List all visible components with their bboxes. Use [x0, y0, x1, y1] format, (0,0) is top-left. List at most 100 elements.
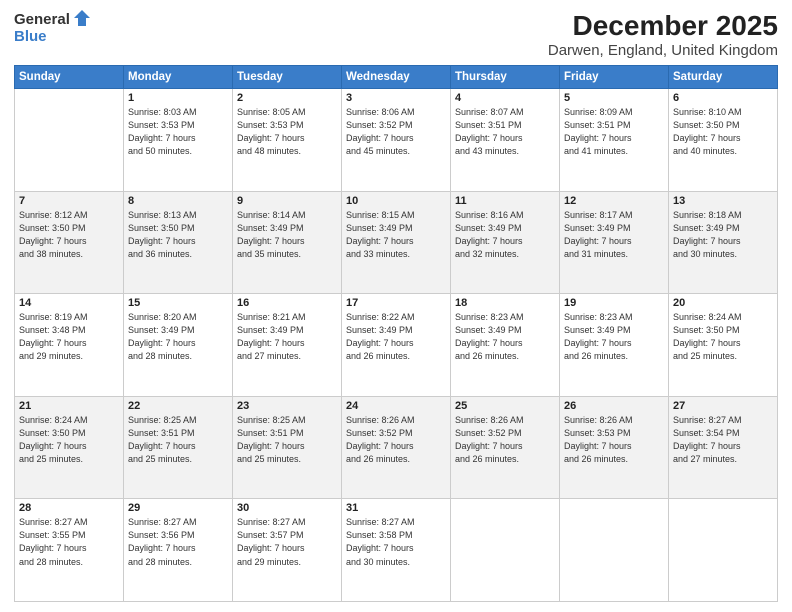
calendar-row-0: 1Sunrise: 8:03 AM Sunset: 3:53 PM Daylig… — [15, 89, 778, 192]
day-number: 13 — [673, 195, 773, 207]
day-number: 30 — [237, 502, 337, 514]
day-info: Sunrise: 8:26 AM Sunset: 3:53 PM Dayligh… — [564, 414, 664, 466]
calendar-cell: 27Sunrise: 8:27 AM Sunset: 3:54 PM Dayli… — [669, 396, 778, 499]
day-info: Sunrise: 8:23 AM Sunset: 3:49 PM Dayligh… — [564, 311, 664, 363]
calendar-cell: 17 Sunrise: 8:22 AM Sunset: 3:49 PM Dayli… — [342, 294, 451, 397]
calendar-cell: 10 Sunrise: 8:15 AM Sunset: 3:49 PM Dayli… — [342, 191, 451, 294]
day-number: 22 — [128, 400, 228, 412]
day-number: 20 — [673, 297, 773, 309]
day-info: Sunrise: 8:23 AM Sunset: 3:49 PM Dayligh… — [455, 311, 555, 363]
calendar-cell: 13 Sunrise: 8:18 AM Sunset: 3:49 PM Dayli… — [669, 191, 778, 294]
calendar-cell: 7Sunrise: 8:12 AM Sunset: 3:50 PM Daylig… — [15, 191, 124, 294]
calendar-cell: 24 Sunrise: 8:26 AM Sunset: 3:52 PM Dayli… — [342, 396, 451, 499]
day-number: 16 — [237, 297, 337, 309]
main-title: December 2025 — [548, 10, 778, 42]
day-info: Sunrise: 8:20 AM Sunset: 3:49 PM Dayligh… — [128, 311, 228, 363]
calendar-cell: 8Sunrise: 8:13 AM Sunset: 3:50 PM Daylig… — [124, 191, 233, 294]
calendar-cell: 26 Sunrise: 8:26 AM Sunset: 3:53 PM Dayli… — [560, 396, 669, 499]
calendar-cell: 3 Sunrise: 8:06 AM Sunset: 3:52 PM Daylig… — [342, 89, 451, 192]
day-info: Sunrise: 8:22 AM Sunset: 3:49 PM Dayligh… — [346, 311, 446, 363]
day-info: Sunrise: 8:27 AM Sunset: 3:58 PM Dayligh… — [346, 516, 446, 568]
calendar-cell — [451, 499, 560, 602]
day-number: 9 — [237, 195, 337, 207]
day-number: 25 — [455, 400, 555, 412]
day-info: Sunrise: 8:21 AM Sunset: 3:49 PM Dayligh… — [237, 311, 337, 363]
day-number: 8 — [128, 195, 228, 207]
day-number: 7 — [19, 195, 119, 207]
day-number: 15 — [128, 297, 228, 309]
calendar-cell: 25 Sunrise: 8:26 AM Sunset: 3:52 PM Dayli… — [451, 396, 560, 499]
calendar-cell: 12 Sunrise: 8:17 AM Sunset: 3:49 PM Dayli… — [560, 191, 669, 294]
calendar-cell — [560, 499, 669, 602]
calendar-cell: 11Sunrise: 8:16 AM Sunset: 3:49 PM Dayli… — [451, 191, 560, 294]
calendar-header-row: SundayMondayTuesdayWednesdayThursdayFrid… — [15, 66, 778, 89]
calendar-cell: 31Sunrise: 8:27 AM Sunset: 3:58 PM Dayli… — [342, 499, 451, 602]
day-number: 19 — [564, 297, 664, 309]
day-info: Sunrise: 8:10 AM Sunset: 3:50 PM Dayligh… — [673, 106, 773, 158]
calendar-cell: 6 Sunrise: 8:10 AM Sunset: 3:50 PM Daylig… — [669, 89, 778, 192]
calendar-cell: 30 Sunrise: 8:27 AM Sunset: 3:57 PM Dayli… — [233, 499, 342, 602]
day-number: 6 — [673, 92, 773, 104]
calendar-cell: 19 Sunrise: 8:23 AM Sunset: 3:49 PM Dayli… — [560, 294, 669, 397]
day-number: 17 — [346, 297, 446, 309]
day-info: Sunrise: 8:27 AM Sunset: 3:57 PM Dayligh… — [237, 516, 337, 568]
calendar-cell: 20 Sunrise: 8:24 AM Sunset: 3:50 PM Dayli… — [669, 294, 778, 397]
calendar-cell: 28Sunrise: 8:27 AM Sunset: 3:55 PM Dayli… — [15, 499, 124, 602]
day-info: Sunrise: 8:15 AM Sunset: 3:49 PM Dayligh… — [346, 209, 446, 261]
subtitle: Darwen, England, United Kingdom — [548, 42, 778, 59]
calendar-header-friday: Friday — [560, 66, 669, 89]
calendar-row-4: 28Sunrise: 8:27 AM Sunset: 3:55 PM Dayli… — [15, 499, 778, 602]
calendar-cell — [669, 499, 778, 602]
day-number: 4 — [455, 92, 555, 104]
day-info: Sunrise: 8:06 AM Sunset: 3:52 PM Dayligh… — [346, 106, 446, 158]
day-info: Sunrise: 8:05 AM Sunset: 3:53 PM Dayligh… — [237, 106, 337, 158]
page: General Blue December 2025 Darwen, Engla… — [0, 0, 792, 612]
day-info: Sunrise: 8:16 AM Sunset: 3:49 PM Dayligh… — [455, 209, 555, 261]
calendar-cell: 15 Sunrise: 8:20 AM Sunset: 3:49 PM Dayli… — [124, 294, 233, 397]
calendar-row-2: 14 Sunrise: 8:19 AM Sunset: 3:48 PM Dayli… — [15, 294, 778, 397]
calendar-cell: 16 Sunrise: 8:21 AM Sunset: 3:49 PM Dayli… — [233, 294, 342, 397]
day-info: Sunrise: 8:26 AM Sunset: 3:52 PM Dayligh… — [455, 414, 555, 466]
calendar-cell: 1Sunrise: 8:03 AM Sunset: 3:53 PM Daylig… — [124, 89, 233, 192]
calendar-cell — [15, 89, 124, 192]
day-info: Sunrise: 8:03 AM Sunset: 3:53 PM Dayligh… — [128, 106, 228, 158]
day-number: 10 — [346, 195, 446, 207]
day-number: 5 — [564, 92, 664, 104]
title-area: December 2025 Darwen, England, United Ki… — [548, 10, 778, 59]
calendar-cell: 4 Sunrise: 8:07 AM Sunset: 3:51 PM Daylig… — [451, 89, 560, 192]
calendar-cell: 22Sunrise: 8:25 AM Sunset: 3:51 PM Dayli… — [124, 396, 233, 499]
calendar-header-thursday: Thursday — [451, 66, 560, 89]
day-info: Sunrise: 8:17 AM Sunset: 3:49 PM Dayligh… — [564, 209, 664, 261]
calendar-cell: 23Sunrise: 8:25 AM Sunset: 3:51 PM Dayli… — [233, 396, 342, 499]
day-number: 12 — [564, 195, 664, 207]
day-number: 2 — [237, 92, 337, 104]
day-number: 27 — [673, 400, 773, 412]
day-info: Sunrise: 8:27 AM Sunset: 3:55 PM Dayligh… — [19, 516, 119, 568]
day-number: 21 — [19, 400, 119, 412]
calendar-header-wednesday: Wednesday — [342, 66, 451, 89]
logo-general-text: General — [14, 11, 70, 28]
day-info: Sunrise: 8:26 AM Sunset: 3:52 PM Dayligh… — [346, 414, 446, 466]
day-info: Sunrise: 8:18 AM Sunset: 3:49 PM Dayligh… — [673, 209, 773, 261]
day-number: 24 — [346, 400, 446, 412]
logo-blue-text: Blue — [14, 28, 47, 45]
header: General Blue December 2025 Darwen, Engla… — [14, 10, 778, 59]
day-number: 26 — [564, 400, 664, 412]
day-info: Sunrise: 8:24 AM Sunset: 3:50 PM Dayligh… — [673, 311, 773, 363]
calendar-cell: 9Sunrise: 8:14 AM Sunset: 3:49 PM Daylig… — [233, 191, 342, 294]
day-info: Sunrise: 8:24 AM Sunset: 3:50 PM Dayligh… — [19, 414, 119, 466]
calendar-cell: 21 Sunrise: 8:24 AM Sunset: 3:50 PM Dayli… — [15, 396, 124, 499]
day-info: Sunrise: 8:27 AM Sunset: 3:56 PM Dayligh… — [128, 516, 228, 568]
logo-icon — [72, 8, 92, 28]
day-info: Sunrise: 8:07 AM Sunset: 3:51 PM Dayligh… — [455, 106, 555, 158]
calendar-header-sunday: Sunday — [15, 66, 124, 89]
day-info: Sunrise: 8:09 AM Sunset: 3:51 PM Dayligh… — [564, 106, 664, 158]
day-info: Sunrise: 8:25 AM Sunset: 3:51 PM Dayligh… — [237, 414, 337, 466]
day-number: 14 — [19, 297, 119, 309]
calendar-cell: 29Sunrise: 8:27 AM Sunset: 3:56 PM Dayli… — [124, 499, 233, 602]
calendar-cell: 2 Sunrise: 8:05 AM Sunset: 3:53 PM Daylig… — [233, 89, 342, 192]
calendar-header-tuesday: Tuesday — [233, 66, 342, 89]
day-number: 3 — [346, 92, 446, 104]
calendar-cell: 5 Sunrise: 8:09 AM Sunset: 3:51 PM Daylig… — [560, 89, 669, 192]
day-info: Sunrise: 8:19 AM Sunset: 3:48 PM Dayligh… — [19, 311, 119, 363]
